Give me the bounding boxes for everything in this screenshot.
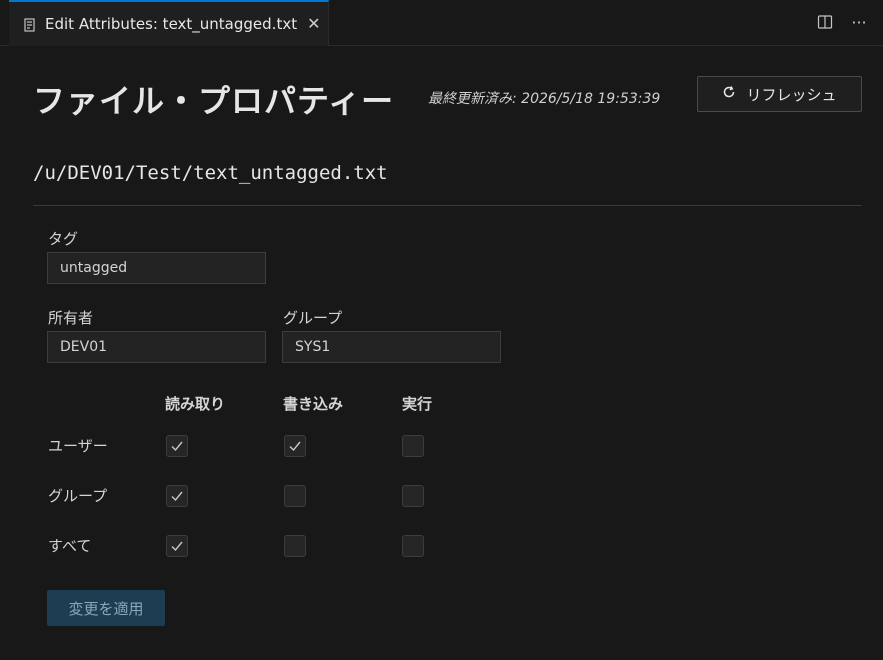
divider <box>33 205 862 206</box>
refresh-label: リフレッシュ <box>746 85 837 104</box>
checkbox-user-write[interactable] <box>284 435 306 457</box>
last-updated-text: 最終更新済み: 2026/5/18 19:53:39 <box>428 91 661 107</box>
editor-window: Edit Attributes: text_untagged.txt ✕ ···… <box>0 0 883 660</box>
permission-header-write: 書き込み <box>283 395 344 413</box>
close-icon[interactable]: ✕ <box>307 16 320 32</box>
checkbox-user-read[interactable] <box>166 435 188 457</box>
group-input[interactable] <box>282 331 501 363</box>
permission-row-group-label: グループ <box>48 487 108 505</box>
tab-actions: ··· <box>815 12 869 32</box>
file-path: /u/DEV01/Test/text_untagged.txt <box>33 162 388 184</box>
checkbox-all-execute[interactable] <box>402 535 424 557</box>
file-properties-panel: ファイル・プロパティー 最終更新済み: 2026/5/18 19:53:39 リ… <box>0 46 883 660</box>
refresh-icon <box>722 85 736 103</box>
permission-row-user-label: ユーザー <box>48 437 108 455</box>
group-label: グループ <box>283 309 343 327</box>
checkbox-user-execute[interactable] <box>402 435 424 457</box>
refresh-button[interactable]: リフレッシュ <box>697 76 862 112</box>
tab-label: Edit Attributes: text_untagged.txt <box>45 15 298 33</box>
apply-changes-button[interactable]: 変更を適用 <box>47 590 165 626</box>
checkbox-group-read[interactable] <box>166 485 188 507</box>
more-actions-icon[interactable]: ··· <box>849 12 869 32</box>
page-title: ファイル・プロパティー <box>33 82 395 120</box>
owner-label: 所有者 <box>48 309 94 327</box>
tag-label: タグ <box>48 230 79 248</box>
checkbox-group-execute[interactable] <box>402 485 424 507</box>
permission-header-read: 読み取り <box>165 395 226 413</box>
split-editor-icon[interactable] <box>815 12 835 32</box>
file-text-icon <box>23 17 37 32</box>
checkbox-all-read[interactable] <box>166 535 188 557</box>
tag-input[interactable] <box>47 252 266 284</box>
permission-header-execute: 実行 <box>402 395 433 413</box>
checkbox-all-write[interactable] <box>284 535 306 557</box>
permission-row-all-label: すべて <box>48 537 92 555</box>
tab-bar: Edit Attributes: text_untagged.txt ✕ ··· <box>0 0 883 46</box>
checkbox-group-write[interactable] <box>284 485 306 507</box>
tab-edit-attributes[interactable]: Edit Attributes: text_untagged.txt ✕ <box>9 0 329 46</box>
owner-input[interactable] <box>47 331 266 363</box>
